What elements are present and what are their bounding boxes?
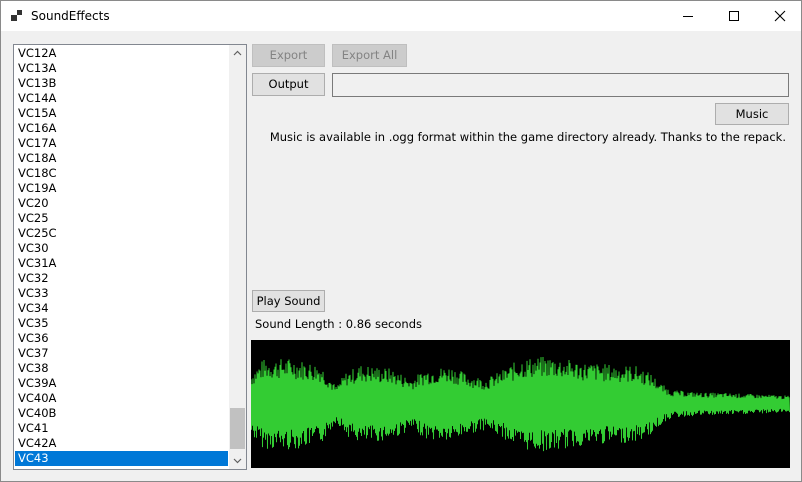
list-item[interactable]: VC15A (15, 106, 228, 121)
list-item[interactable]: VC40B (15, 406, 228, 421)
list-item[interactable]: VC41 (15, 421, 228, 436)
list-item[interactable]: VC35 (15, 316, 228, 331)
waveform-graph (250, 356, 790, 452)
chevron-up-icon (233, 50, 242, 56)
music-info-text: Music is available in .ogg format within… (269, 130, 786, 144)
list-item[interactable]: VC40A (15, 391, 228, 406)
maximize-icon (729, 11, 739, 21)
sound-length-text: Sound Length : 0.86 seconds (255, 317, 422, 331)
close-icon (774, 10, 786, 22)
scroll-up-button[interactable] (229, 45, 246, 62)
list-scrollbar[interactable] (229, 45, 246, 469)
window-title: SoundEffects (31, 9, 110, 23)
export-button[interactable]: Export (252, 44, 325, 67)
close-button[interactable] (757, 1, 802, 31)
app-icon (11, 10, 23, 22)
list-item[interactable]: VC31A (15, 256, 228, 271)
list-item[interactable]: VC17A (15, 136, 228, 151)
app-window: SoundEffects VC12A VC13A VC13B VC14A VC15A VC… (0, 0, 802, 482)
list-item[interactable]: VC12A (15, 46, 228, 61)
list-item[interactable]: VC16A (15, 121, 228, 136)
list-item[interactable]: VC18A (15, 151, 228, 166)
list-item[interactable]: VC13B (15, 76, 228, 91)
list-item[interactable]: VC19A (15, 181, 228, 196)
scroll-down-button[interactable] (229, 452, 246, 469)
list-item[interactable]: VC42A (15, 436, 228, 451)
sound-list-items: VC12A VC13A VC13B VC14A VC15A VC16A VC17A VC18A… (15, 46, 228, 466)
chevron-down-icon (233, 458, 242, 464)
list-item[interactable]: VC25C (15, 226, 228, 241)
list-item[interactable]: VC25 (15, 211, 228, 226)
list-item[interactable]: VC36 (15, 331, 228, 346)
client-area: VC12A VC13A VC13B VC14A VC15A VC16A VC17A VC18A… (1, 31, 801, 481)
list-item[interactable]: VC20 (15, 196, 228, 211)
list-item[interactable]: VC38 (15, 361, 228, 376)
music-button[interactable]: Music (715, 103, 789, 125)
list-item[interactable]: VC34 (15, 301, 228, 316)
waveform-display (250, 340, 790, 468)
export-all-button[interactable]: Export All (332, 44, 407, 67)
list-item[interactable]: VC13A (15, 61, 228, 76)
minimize-button[interactable] (665, 1, 711, 31)
list-item[interactable]: VC37 (15, 346, 228, 361)
scroll-thumb[interactable] (230, 408, 245, 449)
minimize-icon (683, 16, 693, 17)
sound-list[interactable]: VC12A VC13A VC13B VC14A VC15A VC16A VC17A VC18A… (13, 44, 247, 470)
play-sound-button[interactable]: Play Sound (252, 290, 325, 312)
list-item[interactable]: VC18C (15, 166, 228, 181)
list-item[interactable]: VC14A (15, 91, 228, 106)
output-button[interactable]: Output (252, 73, 325, 96)
title-bar: SoundEffects (1, 1, 801, 31)
list-item[interactable]: VC30 (15, 241, 228, 256)
output-path-field[interactable] (332, 73, 789, 97)
list-item[interactable]: VC43 (15, 451, 228, 466)
list-item[interactable]: VC33 (15, 286, 228, 301)
list-item[interactable]: VC39A (15, 376, 228, 391)
waveform-trace (250, 356, 790, 452)
maximize-button[interactable] (711, 1, 757, 31)
list-item[interactable]: VC32 (15, 271, 228, 286)
